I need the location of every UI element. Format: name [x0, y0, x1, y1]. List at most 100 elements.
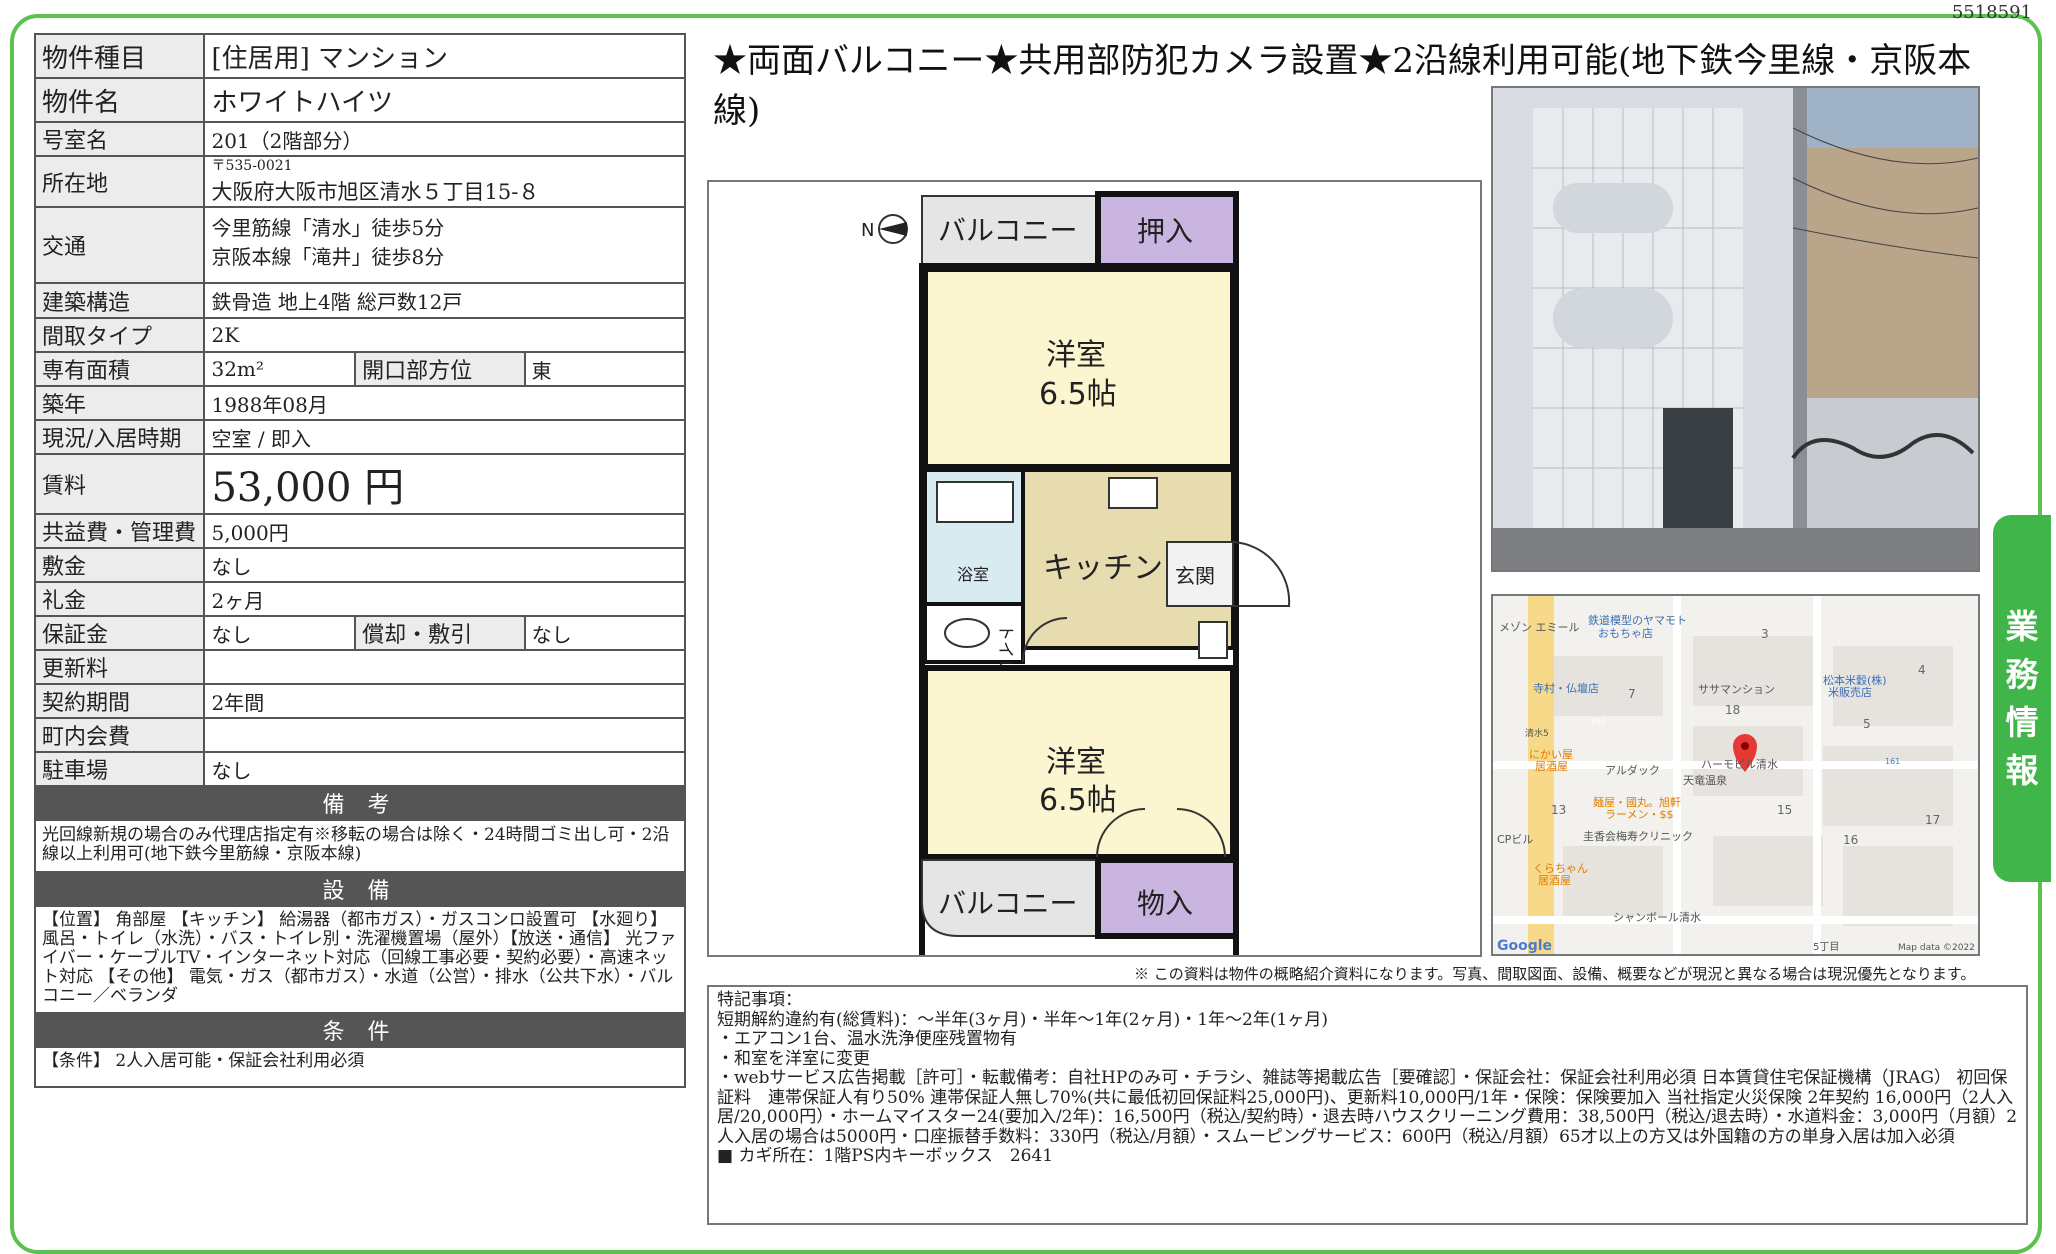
address-value: 大阪府大阪市旭区清水５丁目15-８ — [211, 180, 540, 204]
map-number: 4 — [1918, 663, 1926, 677]
side-tab-char: 報 — [2005, 750, 2039, 790]
map-attribution: Map data ©2022 — [1898, 943, 1975, 953]
room-label: 号室名 — [33, 121, 206, 157]
balcony-top-label: バルコニー — [938, 214, 1077, 247]
north-label: N — [861, 220, 874, 241]
map-label: 麺屋・國丸。旭軒 — [1593, 795, 1681, 809]
structure-label: 建築構造 — [33, 282, 206, 319]
key-money-value: 2ヶ月 — [203, 581, 686, 617]
map-label: 米販売店 — [1828, 685, 1872, 699]
room2-name: 洋室 — [1046, 745, 1106, 780]
layout-label: 間取タイプ — [33, 317, 206, 353]
genkan-label: 玄関 — [1175, 564, 1215, 588]
entrance-door-icon — [1232, 541, 1291, 607]
disclaimer: ※ この資料は物件の概略紹介資料になります。写真、間取図面、設備、概要などが現況… — [1134, 965, 1976, 983]
rent-value: 53,000 円 — [203, 453, 686, 515]
notes-header: 備 考 — [34, 785, 686, 821]
notes-text: 光回線新規の場合のみ代理店指定有※移転の場合は除く・24時間ゴミ出し可・2沿線以… — [34, 819, 686, 873]
room-value: 201（2階部分） — [203, 121, 686, 157]
remarks-line: 特記事項： — [717, 990, 802, 1010]
town-fee-label: 町内会費 — [33, 717, 206, 753]
equipment-text: 【位置】 角部屋 【キッチン】 給湯器（都市ガス）・ガスコンロ設置可 【水廻り】… — [34, 905, 686, 1014]
access-cell: 今里筋線「清水」徒歩5分 京阪本線「滝井」徒歩8分 — [203, 206, 686, 284]
building-photo-drawing — [1493, 88, 1978, 570]
map-label: 清水5 — [1525, 727, 1549, 739]
location-map[interactable]: メゾン エミール 鉄道模型のヤマモト おもちゃ店 寺村・仏壇店 ササマンション … — [1491, 594, 1980, 956]
repay-value: なし — [523, 615, 687, 651]
map-label: おもちゃ店 — [1598, 626, 1653, 640]
type-value: [住居用] マンション — [203, 33, 686, 79]
oshiire-label: 押入 — [1137, 215, 1193, 248]
map-label: 5丁目 — [1813, 942, 1839, 953]
kitchen-label: キッチン — [1043, 551, 1163, 586]
equipment-header: 設 備 — [34, 871, 686, 907]
rent-label: 賃料 — [33, 453, 206, 515]
room2-size: 6.5帖 — [1039, 783, 1117, 818]
map-label: アルダック — [1605, 763, 1660, 777]
washer-icon — [1198, 621, 1228, 659]
access-line: 今里筋線「清水」徒歩5分 — [211, 216, 445, 240]
map-label: ラーメン・$$ — [1605, 808, 1674, 821]
monoire-label: 物入 — [1137, 887, 1193, 920]
building-photo — [1491, 86, 1980, 572]
side-tab-char: 情 — [2005, 702, 2039, 742]
fee-value: 5,000円 — [203, 513, 686, 549]
map-label: CPビル — [1497, 833, 1533, 846]
map-number: 5 — [1863, 717, 1871, 731]
layout-value: 2K — [203, 317, 686, 353]
map-label: 天竜温泉 — [1683, 773, 1727, 787]
address-cell: 〒535-0021 大阪府大阪市旭区清水５丁目15-８ — [203, 155, 686, 208]
direction-value: 東 — [523, 351, 687, 387]
guarantee-label: 保証金 — [33, 615, 206, 651]
map-label: 松本米穀(株) — [1823, 673, 1887, 687]
direction-label: 開口部方位 — [354, 351, 526, 387]
type-label: 物件種目 — [33, 33, 206, 79]
map-label: 居酒屋 — [1538, 874, 1571, 887]
area-label: 専有面積 — [33, 351, 206, 387]
map-label: ササマンション — [1698, 683, 1775, 696]
side-tab-char: 業 — [2005, 606, 2039, 646]
room1-size: 6.5帖 — [1039, 377, 1117, 412]
contract-label: 契約期間 — [33, 683, 206, 719]
key-money-label: 礼金 — [33, 581, 206, 617]
town-fee-value — [203, 717, 686, 753]
access-line: 京阪本線「滝井」徒歩8分 — [211, 245, 445, 269]
conditions-text: 【条件】 2人入居可能・保証会社利用必須 — [34, 1046, 686, 1088]
map-number: 161 — [1885, 757, 1900, 766]
remarks-line: ・エアコン1台、温水洗浄便座残置物有 — [717, 1029, 1017, 1049]
map-number: 161 — [1591, 717, 1606, 726]
side-tab-char: 務 — [2005, 654, 2039, 694]
renewal-value — [203, 649, 686, 685]
sink-icon — [1108, 477, 1158, 509]
built-value: 1988年08月 — [203, 385, 686, 421]
guarantee-value: なし — [203, 615, 357, 651]
structure-value: 鉄骨造 地上4階 総戸数12戸 — [203, 282, 686, 319]
remarks-line: ・和室を洋室に変更 — [717, 1048, 870, 1069]
special-remarks: 特記事項： 短期解約違約有(総賃料)：～半年(3ヶ月)・半年～1年(2ヶ月)・1… — [707, 985, 2028, 1225]
status-value: 空室 / 即入 — [203, 419, 686, 455]
toilet-icon — [944, 618, 990, 648]
area-value: 32m² — [203, 351, 357, 387]
balcony-bottom-label: バルコニー — [938, 887, 1077, 920]
google-logo: Google — [1497, 938, 1552, 954]
map-number: 13 — [1551, 803, 1566, 817]
map-label: メゾン エミール — [1499, 621, 1580, 634]
deposit-value: なし — [203, 547, 686, 583]
contract-value: 2年間 — [203, 683, 686, 719]
business-info-tab[interactable]: 業 務 情 報 — [1993, 515, 2051, 882]
map-number: 18 — [1725, 703, 1740, 717]
room1-name: 洋室 — [1046, 338, 1106, 373]
map-number: 3 — [1761, 627, 1769, 641]
access-label: 交通 — [33, 206, 206, 284]
remarks-line: ・webサービス広告掲載［許可］・転載備考：自社HPのみ可・チラシ、雑誌等掲載広… — [717, 1068, 2018, 1147]
renewal-label: 更新料 — [33, 649, 206, 685]
document-id: 5518591 — [1951, 2, 2032, 23]
property-table: 物件種目 [住居用] マンション 物件名 ホワイトハイツ 号室名 201（2階部分） … — [33, 33, 687, 1088]
map-label: 鉄道模型のヤマモト — [1588, 613, 1687, 627]
bathtub-icon — [936, 481, 1014, 523]
conditions-header: 条 件 — [34, 1012, 686, 1048]
parking-label: 駐車場 — [33, 751, 206, 787]
map-label: ハーモピル清水 — [1701, 758, 1778, 771]
floor-plan: N バルコニー 押入 洋室 6.5帖 浴室 キッチン 玄関 トイレ 洋室 6.5… — [707, 180, 1482, 965]
deposit-label: 敷金 — [33, 547, 206, 583]
